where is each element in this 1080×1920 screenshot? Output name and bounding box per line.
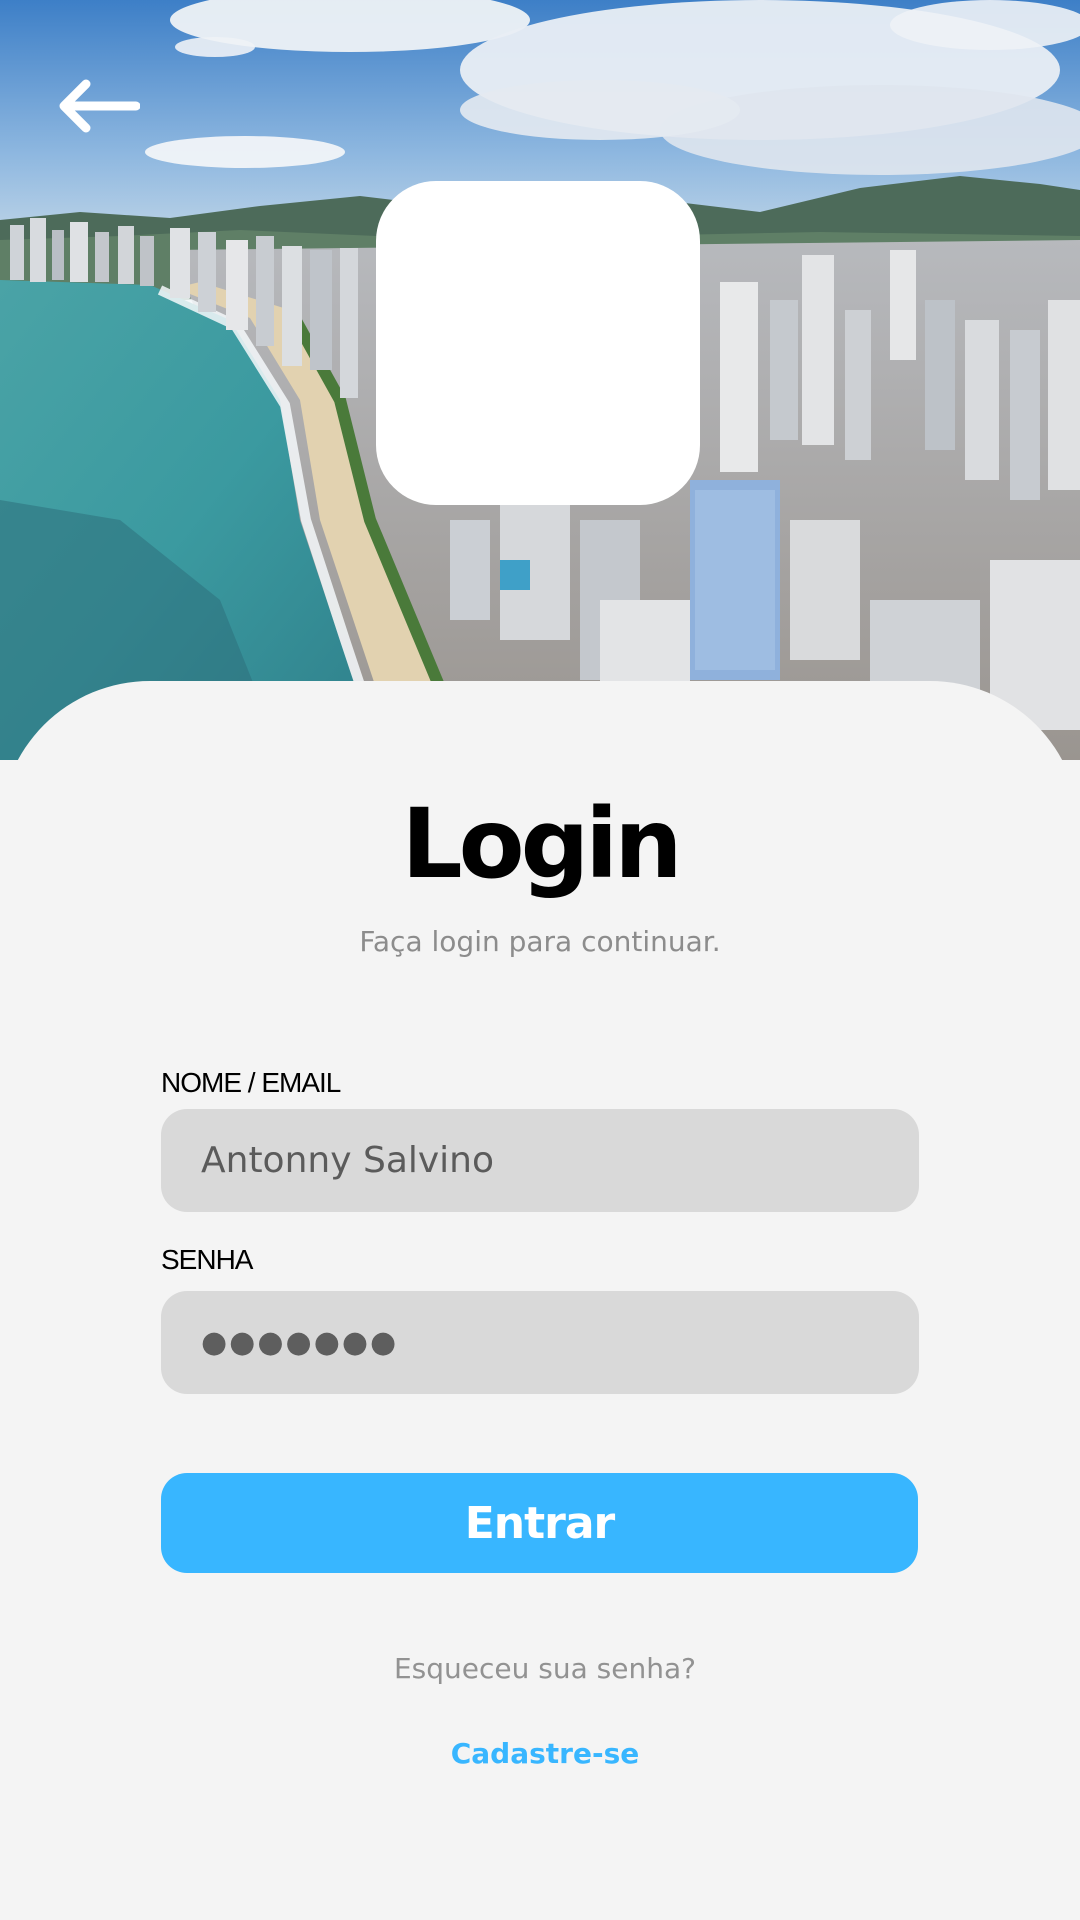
hero-background-image [0, 0, 1080, 760]
password-field-label: SENHA [161, 1244, 253, 1275]
app-logo-placeholder [376, 181, 700, 505]
forgot-password-link[interactable]: Esqueceu sua senha? [0, 1649, 1080, 1689]
page-subtitle: Faça login para continuar. [359, 925, 721, 958]
back-button[interactable] [56, 76, 140, 136]
arrow-left-icon [59, 79, 140, 133]
password-field[interactable] [161, 1291, 919, 1394]
login-button[interactable]: Entrar [161, 1473, 918, 1573]
email-field[interactable] [161, 1109, 919, 1212]
page-title: Login [401, 788, 682, 900]
signup-link[interactable]: Cadastre-se [0, 1734, 1080, 1774]
email-field-label: NOME / EMAIL [161, 1067, 341, 1098]
